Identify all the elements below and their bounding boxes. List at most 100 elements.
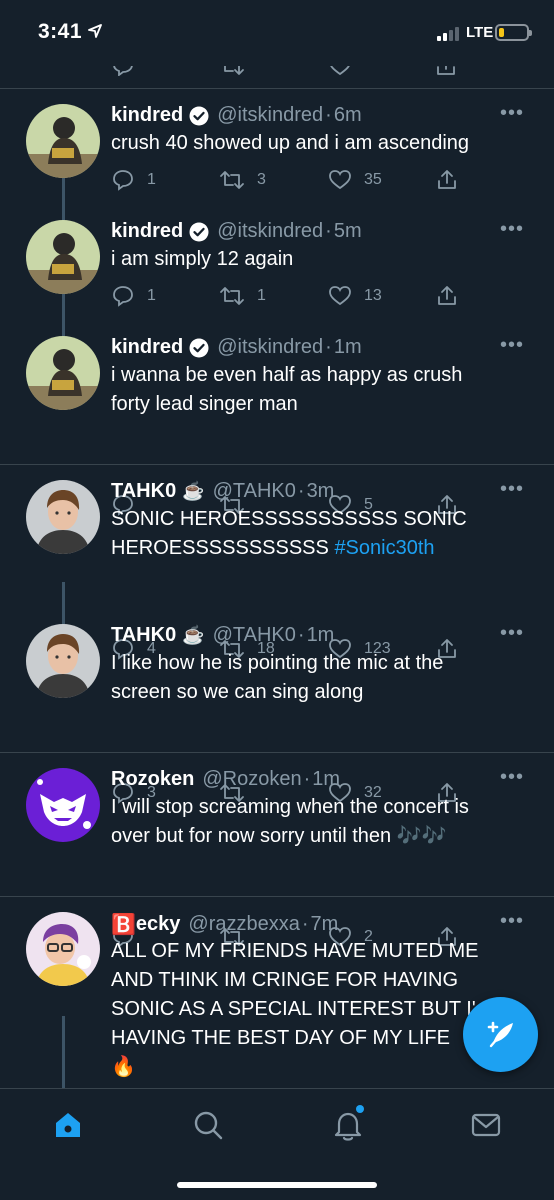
dot-separator: · [301,913,309,935]
tweet-text-segment: HEROESSSSSSSSSSS [111,537,329,559]
display-name[interactable]: ecky [136,913,181,936]
more-options-icon[interactable]: ••• [500,766,524,789]
thread-line [62,178,65,224]
tweet-text-line: i wanna be even half as happy as crush [111,364,463,386]
retweet-count: 3 [257,171,266,188]
avatar[interactable] [26,912,100,986]
tweet-text-line: AND THINK IM CRINGE FOR HAVING [111,969,459,991]
divider [0,464,554,465]
handle[interactable]: @Rozoken [202,768,301,791]
home-icon [56,1113,80,1137]
handle[interactable]: @itskindred [217,104,323,127]
messages-icon [471,1113,501,1137]
dot-separator: · [325,220,332,242]
notifications-icon [334,1112,362,1141]
hashtag-link[interactable]: #Sonic30th [334,537,434,559]
share-button[interactable] [435,284,459,308]
display-name[interactable]: Rozoken [111,768,194,791]
timestamp[interactable]: 1m [312,768,340,791]
more-options-icon[interactable]: ••• [500,334,524,357]
tweet-text-line: forty lead singer man [111,393,298,415]
more-options-icon[interactable]: ••• [500,102,524,125]
more-options-icon[interactable]: ••• [500,622,524,645]
more-options-icon[interactable]: ••• [500,218,524,241]
share-button[interactable] [435,168,459,192]
handle[interactable]: @TAHK0 [213,624,296,647]
tweet-text: SONIC HEROESSSSSSSSSSS SONIC HEROESSSSSS… [111,505,531,563]
verified-badge-icon [189,338,209,357]
name-emoji: ☕ [182,481,205,501]
tab-messages[interactable] [468,1107,504,1143]
handle[interactable]: @razzbexxa [188,913,299,936]
share-icon [438,286,456,305]
like-button[interactable]: 35 [328,168,382,192]
battery-icon [495,24,532,41]
retweet-icon [220,171,244,189]
display-name[interactable]: kindred [111,104,183,127]
notification-dot [356,1105,364,1113]
search-icon [194,1111,223,1140]
divider [0,896,554,897]
network-type: LTE [466,24,494,41]
tweet-text-line: 🔥 [111,1056,136,1078]
more-options-icon[interactable]: ••• [500,478,524,501]
tweet-text-line: I will stop screaming when the concert i… [111,796,469,818]
status-bar: 3:41 LTE [0,0,554,66]
avatar[interactable] [26,624,100,698]
timestamp[interactable]: 5m [334,220,362,243]
timestamp[interactable]: 1m [307,624,335,647]
handle[interactable]: @itskindred [217,336,323,359]
display-name[interactable]: kindred [111,336,183,359]
avatar[interactable] [26,768,100,842]
divider [0,752,554,753]
retweet-button[interactable]: 1 [219,284,266,308]
timestamp[interactable]: 7m [311,913,339,936]
avatar[interactable] [26,104,100,178]
timeline-feed[interactable]: kindred @itskindred · 6m ••• crush 40 sh… [0,66,554,1088]
avatar[interactable] [26,480,100,554]
compose-icon [487,1021,513,1047]
tweet-header: Rozoken @Rozoken · 1m [111,768,340,791]
tweet-text: I will stop screaming when the concert i… [111,793,531,851]
handle[interactable]: @TAHK0 [213,480,296,503]
tweet-text-line: over but for now sorry until then 🎶🎶 [111,825,447,847]
handle[interactable]: @itskindred [217,220,323,243]
verified-badge-icon [189,222,209,241]
tab-search[interactable] [190,1107,226,1143]
tweet-text-line: I like how he is pointing the mic at the [111,652,444,674]
avatar[interactable] [26,220,100,294]
dot-separator: · [325,336,332,358]
location-arrow-icon [88,24,102,38]
thread-line [62,1016,65,1088]
timestamp[interactable]: 3m [307,480,335,503]
timestamp[interactable]: 6m [334,104,362,127]
display-name[interactable]: TAHK0 [111,624,176,647]
display-name[interactable]: kindred [111,220,183,243]
reply-button[interactable]: 1 [111,284,156,308]
retweet-button[interactable]: 3 [219,168,266,192]
tweet-header: TAHK0 ☕ @TAHK0 · 1m [111,624,334,647]
tweet-text: i wanna be even half as happy as crush f… [111,361,531,419]
divider [0,88,554,89]
like-button[interactable]: 13 [328,284,382,308]
compose-tweet-button[interactable] [463,997,538,1072]
name-prefix-emoji: 🅱️ [111,914,136,936]
like-icon [329,286,351,306]
reply-count: 1 [147,287,156,304]
display-name[interactable]: TAHK0 [111,480,176,503]
tab-notifications[interactable] [330,1105,366,1143]
more-options-icon[interactable]: ••• [500,910,524,933]
tweet-text-line: screen so we can sing along [111,681,364,703]
reply-button[interactable]: 1 [111,168,156,192]
home-indicator[interactable] [177,1182,377,1188]
battery-level [499,28,504,37]
dot-separator: · [303,768,311,790]
avatar[interactable] [26,336,100,410]
verified-badge-icon [189,106,209,125]
thread-line [62,582,65,626]
tab-home[interactable] [50,1107,86,1143]
tweet-text-line: ALL OF MY FRIENDS HAVE MUTED ME [111,940,479,962]
tweet-text: crush 40 showed up and i am ascending [111,132,470,154]
share-icon [438,170,456,189]
timestamp[interactable]: 1m [334,336,362,359]
